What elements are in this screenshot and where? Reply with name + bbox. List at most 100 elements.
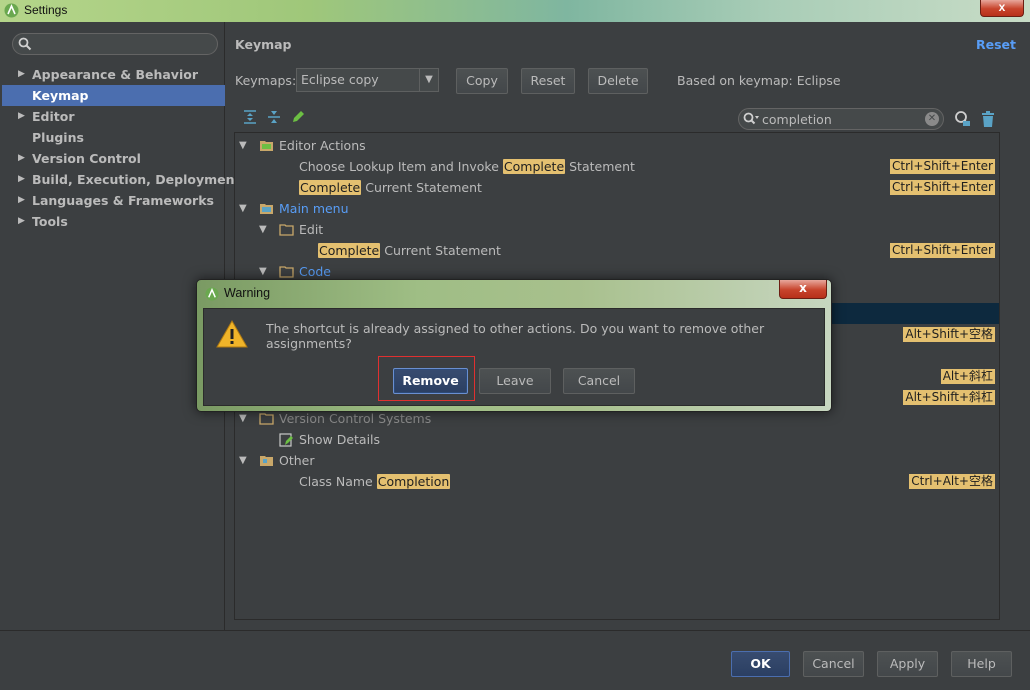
dialog-close-button[interactable]: x (779, 280, 827, 299)
sidebar-item-editor[interactable]: ▶ Editor (2, 106, 225, 127)
dialog-message: The shortcut is already assigned to othe… (266, 321, 765, 351)
warning-icon (216, 319, 248, 348)
cancel-button[interactable]: Cancel (803, 651, 864, 677)
clear-search-icon[interactable]: ✕ (925, 112, 939, 126)
tree-node-label: Other (279, 453, 315, 468)
sidebar-item-build[interactable]: ▶ Build, Execution, Deployment (2, 169, 240, 190)
search-icon (18, 37, 32, 51)
shortcut-badge: Alt+斜杠 (940, 369, 995, 384)
action-label: Complete Current Statement (318, 240, 501, 261)
expand-arrow-icon: ▶ (18, 111, 25, 121)
sidebar-item-label: Languages & Frameworks (32, 193, 214, 208)
delete-button[interactable]: Delete (588, 68, 648, 94)
action-label-text: Statement (565, 159, 635, 174)
find-by-shortcut-icon[interactable] (954, 110, 972, 128)
sidebar-item-label: Version Control (32, 151, 141, 166)
sidebar-item-label: Build, Execution, Deployment (32, 172, 241, 187)
sidebar-item-label: Keymap (32, 88, 89, 103)
android-studio-icon (205, 287, 219, 301)
show-details-icon (279, 433, 293, 447)
tree-row[interactable]: Choose Lookup Item and Invoke Complete S… (235, 156, 999, 177)
shortcut-badge: Ctrl+Shift+Enter (890, 159, 995, 174)
dialog-body: The shortcut is already assigned to othe… (203, 308, 825, 406)
collapse-all-icon[interactable] (266, 109, 282, 125)
collapse-arrow-icon[interactable]: ▼ (239, 198, 247, 219)
search-icon (743, 112, 759, 125)
folder-icon (260, 204, 273, 214)
folder-icon (259, 413, 274, 425)
search-highlight: Complete (299, 180, 362, 195)
collapse-arrow-icon[interactable]: ▼ (239, 450, 247, 471)
keymap-select[interactable]: Eclipse copy ▼ (296, 68, 439, 92)
collapse-arrow-icon[interactable]: ▼ (239, 135, 247, 156)
tree-row[interactable]: Class Name Completion Ctrl+Alt+空格 (235, 471, 999, 492)
action-label-text: Current Statement (361, 180, 482, 195)
collapse-arrow-icon[interactable]: ▼ (259, 219, 267, 240)
sidebar-item-languages[interactable]: ▶ Languages & Frameworks (2, 190, 225, 211)
tree-node-editor-actions[interactable]: ▼ Editor Actions (235, 135, 999, 156)
sidebar-item-label: Tools (32, 214, 68, 229)
reset-link[interactable]: Reset (976, 37, 1016, 52)
expand-arrow-icon: ▶ (18, 174, 25, 184)
tree-row[interactable]: Complete Current Statement Ctrl+Shift+En… (235, 177, 999, 198)
search-highlight: Complete (318, 243, 381, 258)
settings-nav-list: ▶ Appearance & Behavior Keymap ▶ Editor … (2, 64, 240, 232)
sidebar-item-version-control[interactable]: ▶ Version Control (2, 148, 225, 169)
window-close-button[interactable]: x (980, 0, 1024, 17)
expand-arrow-icon: ▶ (18, 69, 25, 79)
tree-node-main-menu[interactable]: ▼ Main menu (235, 198, 999, 219)
action-label: Show Details (299, 432, 381, 447)
android-studio-icon (4, 3, 19, 18)
keymap-filter-value[interactable]: completion (762, 112, 832, 127)
tree-node-label: Main menu (279, 201, 349, 216)
keymaps-label: Keymaps: (235, 73, 297, 88)
tree-node-edit[interactable]: ▼ Edit (235, 219, 999, 240)
trash-icon[interactable] (980, 110, 996, 128)
action-label: Class Name Completion (299, 471, 451, 492)
tree-node-label: Editor Actions (279, 138, 366, 153)
expand-all-icon[interactable] (242, 109, 258, 125)
based-on-label: Based on keymap: Eclipse (677, 73, 841, 88)
tree-node-label: Edit (299, 222, 324, 237)
action-label: Choose Lookup Item and Invoke Complete S… (299, 156, 635, 177)
shortcut-badge: Alt+Shift+空格 (903, 327, 995, 342)
folder-icon (260, 141, 273, 151)
edit-pencil-icon[interactable] (290, 109, 306, 125)
tree-row[interactable]: Show Details (235, 429, 999, 450)
settings-sidebar: ▶ Appearance & Behavior Keymap ▶ Editor … (2, 22, 240, 630)
expand-arrow-icon: ▶ (18, 153, 25, 163)
reset-button[interactable]: Reset (521, 68, 575, 94)
sidebar-item-keymap[interactable]: Keymap (2, 85, 225, 106)
warning-dialog: Warning x The shortcut is already assign… (196, 279, 832, 412)
tree-node-other[interactable]: ▼ Other (235, 450, 999, 471)
sidebar-item-plugins[interactable]: Plugins (2, 127, 225, 148)
window-title-bar: Settings x (0, 0, 1030, 22)
window-title: Settings (24, 3, 68, 17)
dialog-button-bar: OK Cancel Apply Help (0, 630, 1030, 690)
dialog-cancel-button[interactable]: Cancel (563, 368, 635, 394)
action-label-text: Class Name (299, 474, 377, 489)
sidebar-item-label: Plugins (32, 130, 84, 145)
settings-search-input[interactable] (37, 36, 213, 52)
remove-button[interactable]: Remove (393, 368, 468, 394)
expand-arrow-icon: ▶ (18, 195, 25, 205)
leave-button[interactable]: Leave (479, 368, 551, 394)
folder-icon (260, 456, 273, 466)
folder-icon (279, 224, 294, 236)
search-highlight: Complete (502, 159, 566, 174)
help-button[interactable]: Help (951, 651, 1012, 677)
shortcut-badge: Ctrl+Shift+Enter (890, 243, 995, 258)
folder-icon (279, 266, 294, 278)
ok-button[interactable]: OK (731, 651, 790, 677)
tree-row[interactable]: Complete Current Statement Ctrl+Shift+En… (235, 240, 999, 261)
sidebar-item-appearance[interactable]: ▶ Appearance & Behavior (2, 64, 225, 85)
sidebar-item-tools[interactable]: ▶ Tools (2, 211, 225, 232)
shortcut-badge: Alt+Shift+斜杠 (903, 390, 995, 405)
action-label: Complete Current Statement (299, 177, 482, 198)
keymap-filter-box[interactable]: completion ✕ (738, 108, 944, 130)
copy-button[interactable]: Copy (456, 68, 508, 94)
apply-button[interactable]: Apply (877, 651, 938, 677)
settings-search-box[interactable] (12, 33, 218, 55)
expand-arrow-icon: ▶ (18, 216, 25, 226)
chevron-down-icon[interactable]: ▼ (419, 69, 438, 91)
